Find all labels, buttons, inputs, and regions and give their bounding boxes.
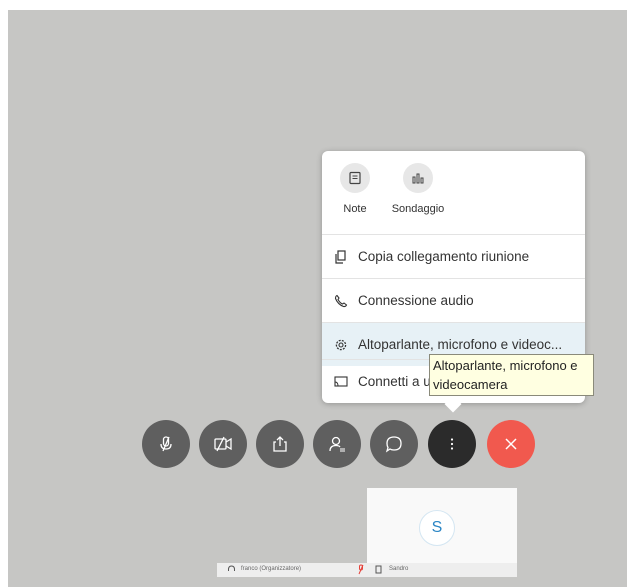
close-icon [505, 438, 517, 450]
participant-other: Sandro [389, 566, 409, 572]
participants-icon [329, 436, 345, 452]
share-button[interactable] [256, 420, 304, 468]
participants-strip: franco (Organizzatore) Sandro [217, 563, 517, 577]
participants-button[interactable] [313, 420, 361, 468]
chat-icon [385, 436, 402, 453]
mic-off-icon [160, 436, 172, 452]
notes-item[interactable]: Note [325, 163, 385, 215]
more-button[interactable] [428, 420, 476, 468]
device-icon [375, 565, 382, 576]
share-icon [273, 436, 287, 452]
video-button[interactable] [199, 420, 247, 468]
menu-top-icons: Note Sondaggio [322, 151, 585, 233]
mic-muted-icon [357, 564, 365, 577]
speaker-mic-camera-label: Altoparlante, microfono e videoc... [358, 337, 563, 352]
poll-icon [403, 163, 433, 193]
end-call-button[interactable] [487, 420, 535, 468]
copy-link-label: Copia collegamento riunione [358, 249, 530, 264]
participant-organizer: franco (Organizzatore) [241, 566, 302, 572]
audio-connection-item[interactable]: Connessione audio [322, 278, 585, 322]
cast-icon [333, 374, 349, 390]
more-icon [450, 438, 454, 450]
avatar: S [419, 510, 455, 546]
notes-label: Note [343, 203, 367, 215]
copy-icon [333, 249, 349, 265]
audio-connection-label: Connessione audio [358, 293, 474, 308]
gear-icon [333, 337, 349, 353]
chat-button[interactable] [370, 420, 418, 468]
video-off-icon [214, 436, 232, 452]
copy-link-item[interactable]: Copia collegamento riunione [322, 234, 585, 278]
tooltip: Altoparlante, microfono e videocamera [429, 354, 594, 396]
phone-icon [333, 293, 349, 309]
headset-icon [227, 565, 236, 576]
connect-device-label: Connetti a un [358, 374, 439, 389]
poll-label: Sondaggio [391, 203, 445, 215]
notes-icon [340, 163, 370, 193]
mute-button[interactable] [142, 420, 190, 468]
poll-item[interactable]: Sondaggio [388, 163, 448, 215]
